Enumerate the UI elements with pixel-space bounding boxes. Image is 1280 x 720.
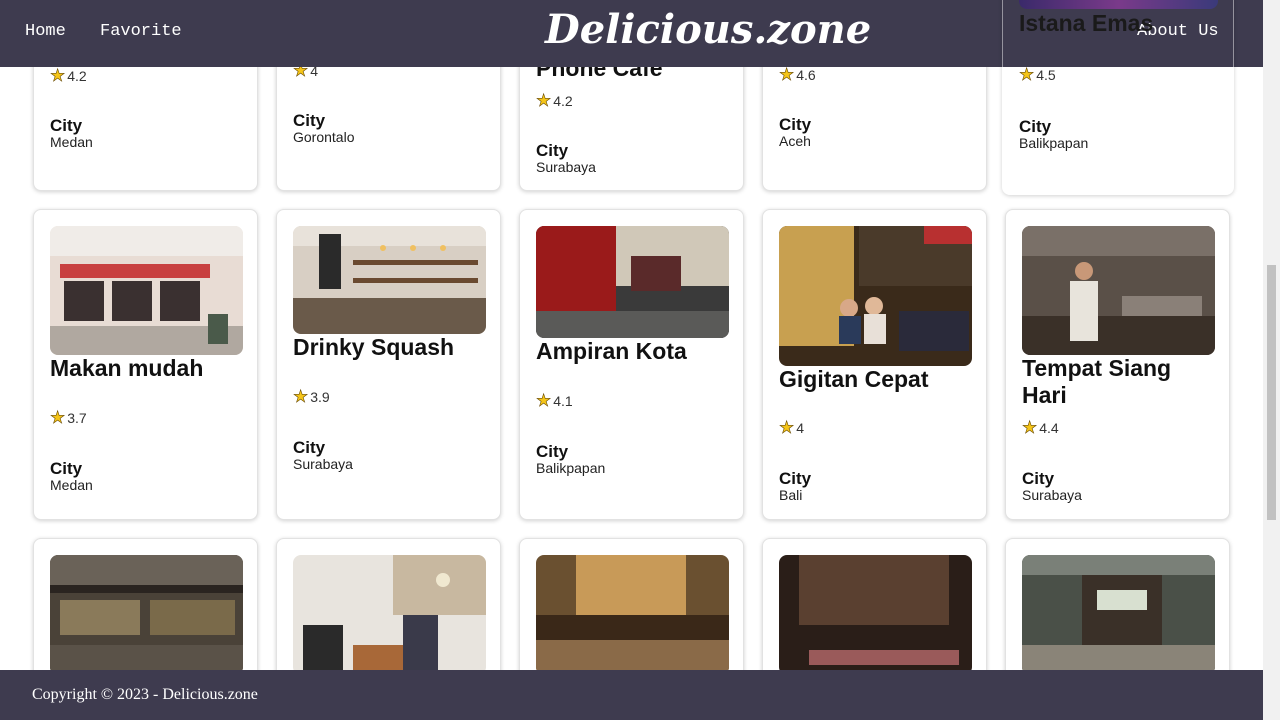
restaurant-photo bbox=[779, 226, 972, 366]
city-value: Surabaya bbox=[536, 159, 596, 175]
nav-favorite-link[interactable]: Favorite bbox=[100, 22, 182, 41]
city-value: Balikpapan bbox=[1019, 135, 1089, 151]
star-icon: ★ bbox=[536, 391, 552, 410]
star-icon: ★ bbox=[779, 418, 795, 437]
rating-value: 3.9 bbox=[310, 388, 330, 405]
rating-value: 4 bbox=[796, 419, 805, 436]
card-title: Tempat Siang Hari bbox=[1022, 355, 1172, 408]
rating-value: 3.7 bbox=[67, 409, 87, 426]
restaurant-card[interactable]: Tempat Siang Hari ★ 4.4 City Surabaya bbox=[1005, 209, 1230, 520]
city-label: City bbox=[50, 459, 83, 478]
star-icon: ★ bbox=[536, 91, 552, 110]
rating-value: 4.5 bbox=[1036, 66, 1056, 83]
card-rating: ★ 4 bbox=[779, 418, 805, 437]
city-value: Aceh bbox=[779, 133, 811, 149]
card-rating: ★ 4.6 bbox=[779, 65, 816, 84]
city-label: City bbox=[536, 442, 569, 461]
city-value: Surabaya bbox=[1022, 487, 1082, 503]
vertical-scrollbar[interactable] bbox=[1263, 0, 1280, 720]
card-title: Drinky Squash bbox=[293, 334, 455, 360]
city-label: City bbox=[293, 111, 326, 130]
rating-value: 4.2 bbox=[553, 92, 573, 109]
scrollbar-thumb[interactable] bbox=[1267, 265, 1276, 520]
restaurant-card[interactable]: Ampiran Kota ★ 4.1 City Balikpapan bbox=[519, 209, 744, 520]
city-value: Gorontalo bbox=[293, 129, 355, 145]
rating-value: 4.6 bbox=[796, 66, 816, 83]
city-label: City bbox=[50, 116, 83, 135]
card-rating: ★ 4.4 bbox=[1022, 418, 1059, 437]
city-label: City bbox=[779, 469, 812, 488]
card-image bbox=[1019, 0, 1218, 9]
city-value: Balikpapan bbox=[536, 460, 606, 476]
city-value: Surabaya bbox=[293, 456, 353, 472]
card-rating: ★ 3.9 bbox=[293, 387, 330, 406]
star-icon: ★ bbox=[50, 408, 66, 427]
card-title: Istana Emas bbox=[1019, 10, 1154, 36]
copyright-text: Copyright © 2023 - Delicious.zone bbox=[32, 686, 258, 703]
restaurant-photo bbox=[779, 555, 972, 675]
restaurant-photo bbox=[1022, 226, 1215, 355]
card-rating: ★ 4.2 bbox=[536, 91, 573, 110]
restaurant-photo bbox=[1022, 555, 1215, 675]
rating-value: 4.2 bbox=[67, 67, 87, 84]
card-rating: ★ 4.2 bbox=[50, 66, 87, 85]
nav-home-link[interactable]: Home bbox=[25, 22, 66, 41]
brand-logo[interactable]: Delicious.zone bbox=[545, 6, 871, 53]
city-value: Medan bbox=[50, 477, 93, 493]
card-rating: ★ 3.7 bbox=[50, 408, 87, 427]
page-footer: Copyright © 2023 - Delicious.zone bbox=[0, 670, 1263, 720]
card-rating: ★ 4.5 bbox=[1019, 65, 1056, 84]
card-title: Gigitan Cepat bbox=[779, 366, 929, 392]
city-label: City bbox=[536, 141, 569, 160]
restaurant-card[interactable]: Istana Emas ★ 4.5 City Balikpapan bbox=[1002, 0, 1234, 195]
restaurant-photo bbox=[293, 226, 486, 334]
star-icon: ★ bbox=[779, 65, 795, 84]
restaurant-card[interactable]: Drinky Squash ★ 3.9 City Surabaya bbox=[276, 209, 501, 520]
restaurant-photo bbox=[50, 555, 243, 675]
restaurant-photo bbox=[50, 226, 243, 355]
card-title: Makan mudah bbox=[50, 355, 204, 381]
restaurant-card[interactable]: Gigitan Cepat ★ 4 City Bali bbox=[762, 209, 987, 520]
rating-value: 4.4 bbox=[1039, 419, 1059, 436]
star-icon: ★ bbox=[293, 387, 309, 406]
restaurant-card[interactable]: Makan mudah ★ 3.7 City Medan bbox=[33, 209, 258, 520]
city-label: City bbox=[293, 438, 326, 457]
rating-value: 4.1 bbox=[553, 392, 573, 409]
city-value: Medan bbox=[50, 134, 93, 150]
city-label: City bbox=[779, 115, 812, 134]
city-label: City bbox=[1022, 469, 1055, 488]
card-rating: ★ 4.1 bbox=[536, 391, 573, 410]
card-title: Ampiran Kota bbox=[536, 338, 687, 364]
star-icon: ★ bbox=[1019, 65, 1035, 84]
restaurant-photo bbox=[293, 555, 486, 675]
star-icon: ★ bbox=[50, 66, 66, 85]
restaurant-photo bbox=[536, 555, 729, 675]
city-label: City bbox=[1019, 117, 1052, 136]
restaurant-photo bbox=[536, 226, 729, 338]
star-icon: ★ bbox=[1022, 418, 1038, 437]
city-value: Bali bbox=[779, 487, 803, 503]
